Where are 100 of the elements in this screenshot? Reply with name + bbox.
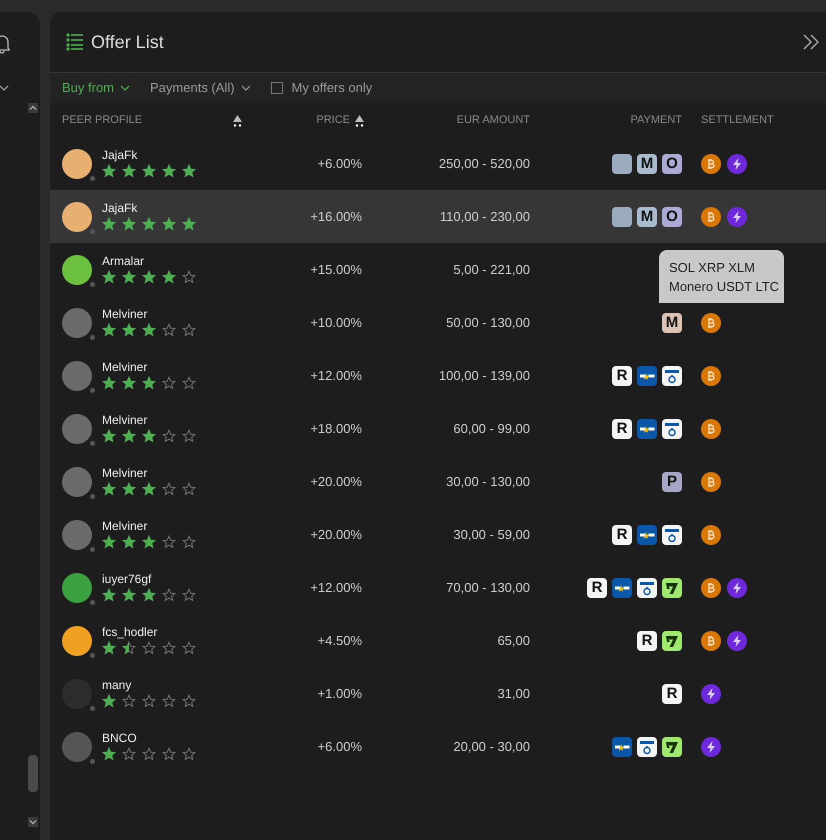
lightning-icon <box>727 630 747 650</box>
star-icon <box>102 588 116 602</box>
column-header: PRICE <box>316 112 350 128</box>
star-icon <box>182 323 196 337</box>
payment-method-icon: M <box>637 206 657 226</box>
star-icon <box>102 270 116 284</box>
payment-method-icon: R <box>612 524 632 544</box>
amount: 60,00 - 99,00 <box>453 420 530 438</box>
column-header: PEER PROFILE <box>62 112 142 128</box>
lightning-icon <box>727 154 747 174</box>
star-icon <box>102 164 116 178</box>
star-icon <box>102 482 116 496</box>
price: +6.00% <box>318 738 362 756</box>
payment-method-icon: O <box>662 206 682 226</box>
scrollbar-thumb[interactable] <box>28 755 38 792</box>
side-dropdown[interactable]: Buy from <box>62 78 130 98</box>
column-header: PAYMENT <box>630 112 682 128</box>
peer-name: JajaFk <box>102 149 138 161</box>
price: +6.00% <box>318 154 362 173</box>
wise-logo-icon <box>662 736 682 756</box>
star-icon <box>182 482 196 496</box>
sepa-logo-icon <box>637 524 657 544</box>
star-icon <box>142 217 156 231</box>
peer-name: many <box>102 679 132 691</box>
sepa-logo-icon <box>612 736 632 756</box>
checkbox[interactable] <box>270 82 283 94</box>
amount: 110,00 - 230,00 <box>440 208 530 226</box>
lightning-icon <box>701 736 721 756</box>
lightning-icon <box>727 578 747 598</box>
amount: 250,00 - 520,00 <box>438 154 530 173</box>
star-icon <box>142 270 156 284</box>
amount: 20,00 - 30,00 <box>453 738 530 756</box>
price: +20.00% <box>310 526 362 544</box>
amount: 30,00 - 59,00 <box>453 526 530 544</box>
star-icon <box>142 641 156 655</box>
sort-icon[interactable] <box>232 114 243 126</box>
panel-title: Offer List <box>91 30 164 54</box>
scroll-down-icon[interactable] <box>28 817 38 827</box>
bitcoin-icon <box>701 206 721 226</box>
scroll-up-icon[interactable] <box>28 103 38 113</box>
star-icon <box>162 323 176 337</box>
bitcoin-icon <box>701 472 721 492</box>
price: +16.00% <box>310 208 362 226</box>
lightning-icon <box>727 206 747 226</box>
price: +12.00% <box>310 578 362 597</box>
bitcoin-icon <box>701 630 721 650</box>
wise-logo-icon <box>662 630 682 650</box>
sepa-logo-icon <box>612 578 632 598</box>
selected-row-highlight[interactable]: JajaFk +16.00% 110,00 - 230,00 M O <box>50 190 826 243</box>
star-icon <box>142 535 156 549</box>
star-icon <box>142 482 156 496</box>
star-icon <box>122 747 136 761</box>
peer-name: BNCO <box>102 732 138 744</box>
star-icon <box>162 641 176 655</box>
tooltip-text: Monero USDT LTC <box>669 278 780 295</box>
payments-dropdown[interactable]: Payments (All) <box>150 78 251 98</box>
star-icon <box>102 376 116 390</box>
star-icon <box>142 588 156 602</box>
amount: 5,00 - 221,00 <box>453 260 530 279</box>
star-icon <box>182 164 196 178</box>
amount: 65,00 <box>497 632 530 650</box>
amount: 70,00 - 130,00 <box>446 578 530 597</box>
chevron-down-icon <box>240 85 251 91</box>
star-icon <box>102 429 116 443</box>
peer-name: Melviner <box>102 361 148 373</box>
star-icon <box>142 164 156 178</box>
bitcoin-icon <box>701 312 721 332</box>
star-icon <box>142 694 156 708</box>
peer-name: JajaFk <box>102 202 138 214</box>
sepa-logo-icon <box>637 418 657 438</box>
sort-icon[interactable] <box>354 114 365 126</box>
star-icon <box>182 588 196 602</box>
column-header: SETTLEMENT <box>701 112 774 128</box>
star-icon <box>182 376 196 390</box>
chevron-down-icon[interactable] <box>0 84 10 92</box>
amount: 31,00 <box>497 684 530 703</box>
star-icon <box>122 588 136 602</box>
amount: 50,00 - 130,00 <box>446 314 530 332</box>
price: +18.00% <box>310 420 362 438</box>
star-icon <box>182 694 196 708</box>
checkbox-label[interactable]: My offers only <box>292 78 372 98</box>
star-icon <box>122 270 136 284</box>
payment-method-icon: P <box>662 472 682 492</box>
bitcoin-icon <box>701 578 721 598</box>
payment-method-icon: M <box>662 312 682 332</box>
star-icon <box>122 429 136 443</box>
star-icon <box>162 164 176 178</box>
star-icon <box>162 535 176 549</box>
peer-name: Melviner <box>102 308 148 320</box>
sepa-logo-icon <box>637 366 657 386</box>
star-icon <box>122 694 136 708</box>
star-icon <box>162 429 176 443</box>
bitcoin-icon <box>701 418 721 438</box>
payment-method-icon: R <box>587 578 607 598</box>
star-icon <box>122 164 136 178</box>
chevron-down-icon <box>120 85 130 91</box>
star-icon <box>102 323 116 337</box>
star-icon <box>162 694 176 708</box>
collapse-icon[interactable] <box>802 34 820 50</box>
star-icon <box>102 747 116 761</box>
